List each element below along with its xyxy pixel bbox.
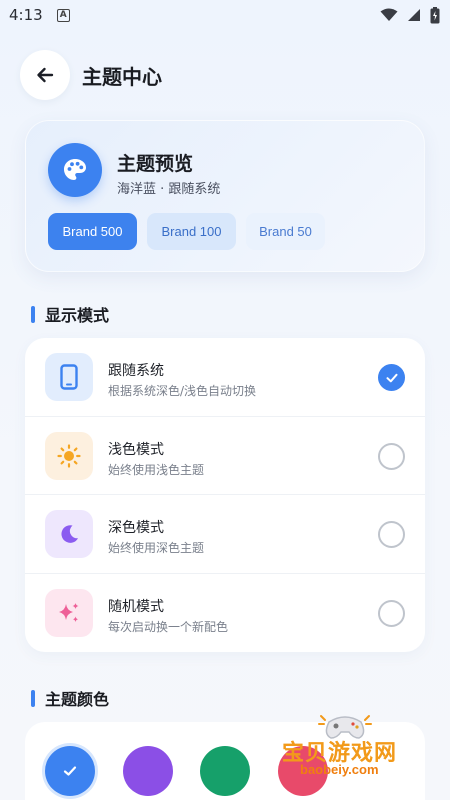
section-accent-bar bbox=[31, 689, 35, 707]
sun-icon bbox=[57, 443, 81, 468]
phone-icon bbox=[60, 364, 78, 390]
display-mode-list: 跟随系统 根据系统深色/浅色自动切换 浅色模式 始终使用浅色主题 深色模式 始终… bbox=[25, 338, 425, 652]
mode-desc: 根据系统深色/浅色自动切换 bbox=[108, 384, 257, 398]
radio-unselected[interactable] bbox=[378, 442, 405, 470]
notification-icon: A bbox=[56, 8, 70, 22]
brand-chips: Brand 500 Brand 100 Brand 50 bbox=[48, 213, 325, 250]
mode-icon-box bbox=[45, 431, 93, 480]
moon-icon bbox=[61, 525, 78, 543]
battery-icon bbox=[430, 6, 440, 23]
mode-item-follow-system[interactable]: 跟随系统 根据系统深色/浅色自动切换 bbox=[25, 338, 425, 417]
wifi-icon bbox=[380, 8, 398, 21]
chip-brand-500[interactable]: Brand 500 bbox=[48, 213, 137, 250]
mode-label: 跟随系统 bbox=[108, 363, 164, 379]
mode-icon-box bbox=[45, 588, 93, 637]
status-time: 4:13 bbox=[9, 6, 43, 24]
back-button[interactable] bbox=[20, 50, 70, 100]
radio-unselected[interactable] bbox=[378, 521, 405, 548]
header: 主题中心 bbox=[0, 30, 450, 100]
sparkle-icon bbox=[59, 602, 79, 622]
check-icon bbox=[63, 766, 77, 776]
mode-desc: 始终使用浅色主题 bbox=[108, 462, 205, 477]
mode-icon-box bbox=[45, 510, 93, 558]
mode-label: 深色模式 bbox=[108, 520, 164, 536]
mode-item-random[interactable]: 随机模式 每次启动换一个新配色 bbox=[25, 574, 425, 653]
section-title-label: 显示模式 bbox=[45, 306, 110, 325]
section-theme-color: 主题颜色 bbox=[31, 686, 109, 710]
preview-title: 主题预览 bbox=[117, 153, 194, 175]
radio-selected[interactable] bbox=[378, 364, 405, 391]
palette-icon bbox=[64, 159, 86, 180]
section-accent-bar bbox=[31, 305, 35, 323]
theme-preview-card: 主题预览 海洋蓝 · 跟随系统 Brand 500 Brand 100 Bran… bbox=[25, 120, 425, 272]
color-swatch-purple[interactable] bbox=[123, 746, 173, 796]
section-title-label: 主题颜色 bbox=[45, 690, 110, 709]
arrow-left-icon bbox=[37, 67, 54, 83]
color-swatch-green[interactable] bbox=[200, 746, 250, 796]
watermark-url: baobeiy.com bbox=[300, 762, 379, 777]
mode-label: 浅色模式 bbox=[108, 441, 164, 458]
check-icon bbox=[386, 373, 397, 382]
watermark: 宝贝游戏网 baobeiy.com bbox=[275, 708, 425, 798]
status-bar: 4:13 A bbox=[0, 0, 450, 30]
mode-label: 随机模式 bbox=[108, 598, 164, 615]
signal-icon bbox=[408, 9, 420, 21]
mode-desc: 始终使用深色主题 bbox=[108, 541, 205, 555]
chip-brand-100[interactable]: Brand 100 bbox=[147, 213, 236, 250]
section-display-mode: 显示模式 bbox=[31, 302, 109, 326]
chip-brand-50[interactable]: Brand 50 bbox=[246, 213, 325, 250]
mode-desc: 每次启动换一个新配色 bbox=[108, 619, 229, 634]
radio-unselected[interactable] bbox=[378, 599, 405, 627]
color-swatch-blue[interactable] bbox=[45, 746, 95, 796]
mode-icon-box bbox=[45, 353, 93, 401]
mode-item-light[interactable]: 浅色模式 始终使用浅色主题 bbox=[25, 417, 425, 495]
palette-avatar bbox=[48, 143, 102, 197]
preview-subtitle: 海洋蓝 · 跟随系统 bbox=[117, 182, 221, 197]
page-title: 主题中心 bbox=[82, 64, 162, 89]
mode-item-dark[interactable]: 深色模式 始终使用深色主题 bbox=[25, 495, 425, 574]
